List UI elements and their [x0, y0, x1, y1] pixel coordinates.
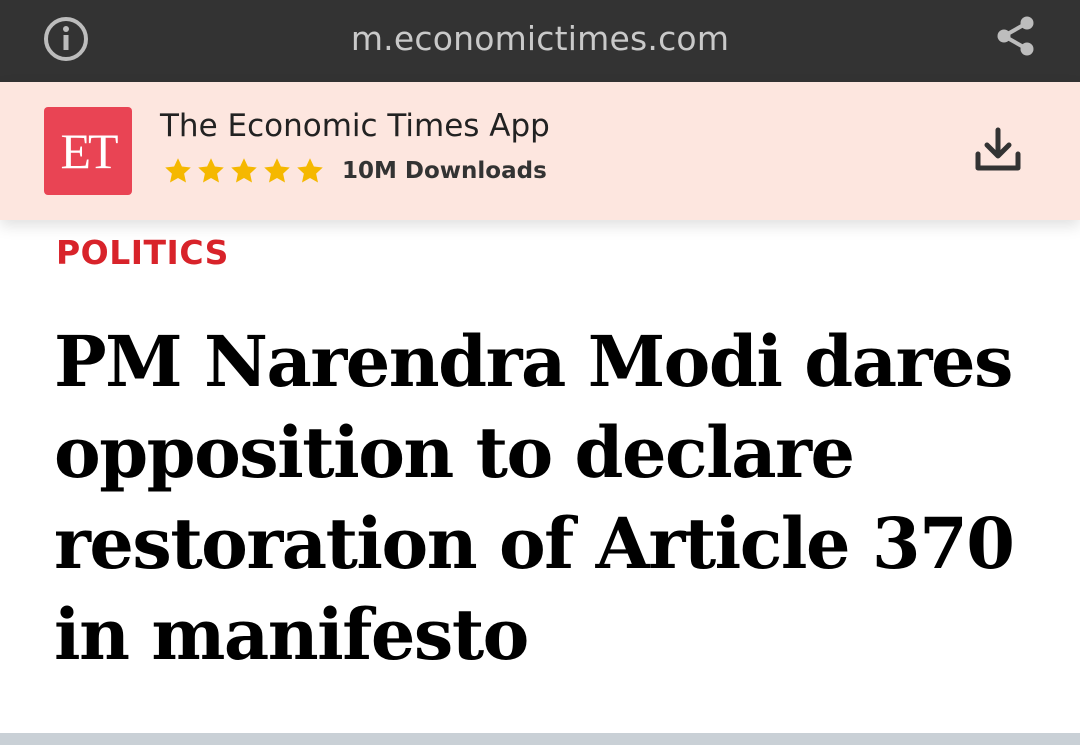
download-count: 10M Downloads [342, 158, 547, 184]
url-bar-text[interactable]: m.economictimes.com [0, 0, 1080, 78]
app-install-banner[interactable]: ET The Economic Times App 10M Downloads [0, 82, 1080, 220]
app-name: The Economic Times App [160, 108, 550, 144]
browser-toolbar: m.economictimes.com [0, 0, 1080, 82]
article-category[interactable]: POLITICS [56, 233, 229, 272]
star-icon [231, 158, 257, 183]
star-icon [198, 158, 224, 183]
star-icon [297, 158, 323, 183]
article-image-edge [0, 733, 1080, 745]
share-icon[interactable] [994, 14, 1038, 58]
rating-stars [162, 156, 326, 186]
article-headline: PM Narendra Modi dares opposition to dec… [54, 320, 1015, 676]
star-icon [264, 158, 290, 183]
star-icon [165, 158, 191, 183]
et-app-logo: ET [44, 107, 132, 195]
download-icon[interactable] [972, 124, 1024, 176]
